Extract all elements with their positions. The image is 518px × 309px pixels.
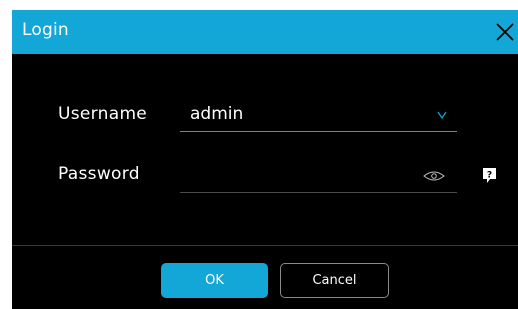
password-field bbox=[180, 158, 457, 193]
question-mark-icon[interactable]: ? bbox=[483, 168, 496, 183]
dialog-title: Login bbox=[22, 20, 69, 40]
username-label: Username bbox=[58, 104, 148, 124]
ok-button[interactable]: OK bbox=[161, 263, 268, 298]
username-select[interactable]: admin bbox=[180, 96, 457, 132]
svg-text:?: ? bbox=[487, 171, 492, 181]
login-dialog: Login Username admin Password ? OK Cance… bbox=[12, 10, 518, 309]
footer-divider bbox=[12, 245, 518, 246]
close-icon[interactable] bbox=[492, 19, 518, 45]
cancel-button[interactable]: Cancel bbox=[280, 263, 389, 298]
password-input[interactable] bbox=[190, 164, 414, 188]
username-value: admin bbox=[190, 104, 244, 124]
dialog-titlebar: Login bbox=[12, 10, 518, 54]
chevron-down-icon bbox=[437, 111, 447, 119]
eye-icon[interactable] bbox=[423, 170, 445, 182]
password-label: Password bbox=[58, 164, 140, 184]
